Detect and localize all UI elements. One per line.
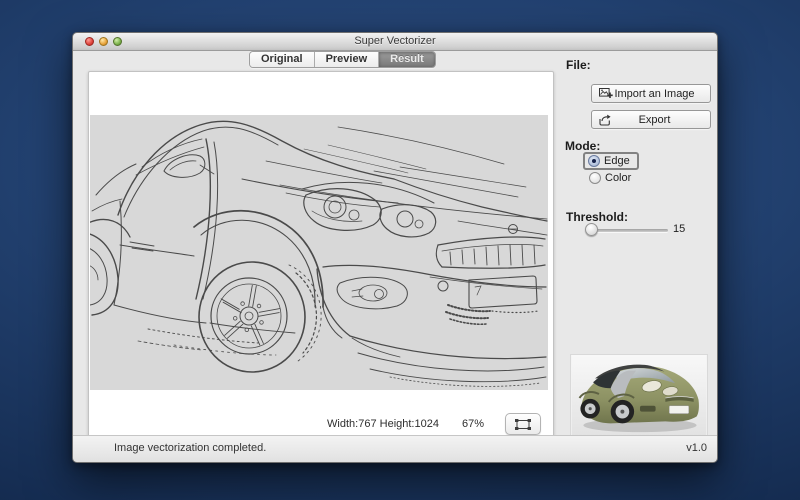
car-photo bbox=[571, 355, 707, 437]
canvas-footer: Width:767 Height:1024 67% bbox=[327, 413, 541, 435]
image-plus-icon bbox=[599, 88, 613, 100]
window-title: Super Vectorizer bbox=[73, 35, 717, 47]
edge-radio-label: Edge bbox=[604, 155, 630, 167]
tab-original[interactable]: Original bbox=[250, 52, 315, 67]
threshold-slider[interactable] bbox=[585, 223, 671, 237]
original-image-thumbnail bbox=[570, 354, 708, 438]
title-bar[interactable]: Super Vectorizer bbox=[73, 33, 717, 51]
status-message: Image vectorization completed. bbox=[114, 442, 266, 454]
color-radio[interactable] bbox=[589, 172, 601, 184]
export-label: Export bbox=[613, 114, 696, 126]
share-arrow-icon bbox=[599, 114, 613, 126]
app-window: Super Vectorizer Original Preview Result bbox=[72, 32, 718, 463]
zoom-percent-label: 67% bbox=[462, 418, 484, 430]
export-button[interactable]: Export bbox=[591, 110, 711, 129]
version-label: v1.0 bbox=[686, 442, 707, 454]
import-image-button[interactable]: Import an Image bbox=[591, 84, 711, 103]
image-size-label: Width:767 Height:1024 bbox=[327, 418, 439, 430]
threshold-value: 15 bbox=[673, 223, 685, 235]
fit-to-window-icon bbox=[515, 419, 531, 430]
color-radio-row: Color bbox=[589, 172, 631, 184]
color-radio-label: Color bbox=[605, 172, 631, 184]
desktop: Super Vectorizer Original Preview Result bbox=[0, 0, 800, 500]
mode-section-label: Mode: bbox=[565, 139, 600, 153]
preview-panel: Width:767 Height:1024 67% bbox=[88, 71, 554, 438]
tab-preview[interactable]: Preview bbox=[315, 52, 380, 67]
file-section-label: File: bbox=[566, 58, 591, 72]
fit-to-window-button[interactable] bbox=[505, 413, 541, 435]
view-segmented-control: Original Preview Result bbox=[249, 51, 436, 68]
tab-result[interactable]: Result bbox=[379, 52, 435, 67]
import-image-label: Import an Image bbox=[613, 88, 696, 100]
edge-radio[interactable] bbox=[588, 155, 600, 167]
vectorized-image bbox=[90, 115, 548, 390]
car-line-art bbox=[90, 115, 548, 390]
threshold-slider-knob[interactable] bbox=[585, 223, 598, 236]
threshold-slider-track[interactable] bbox=[588, 229, 668, 232]
status-bar: Image vectorization completed. v1.0 bbox=[73, 435, 717, 462]
threshold-section-label: Threshold: bbox=[566, 210, 628, 224]
edge-radio-focus-ring: Edge bbox=[583, 152, 639, 170]
